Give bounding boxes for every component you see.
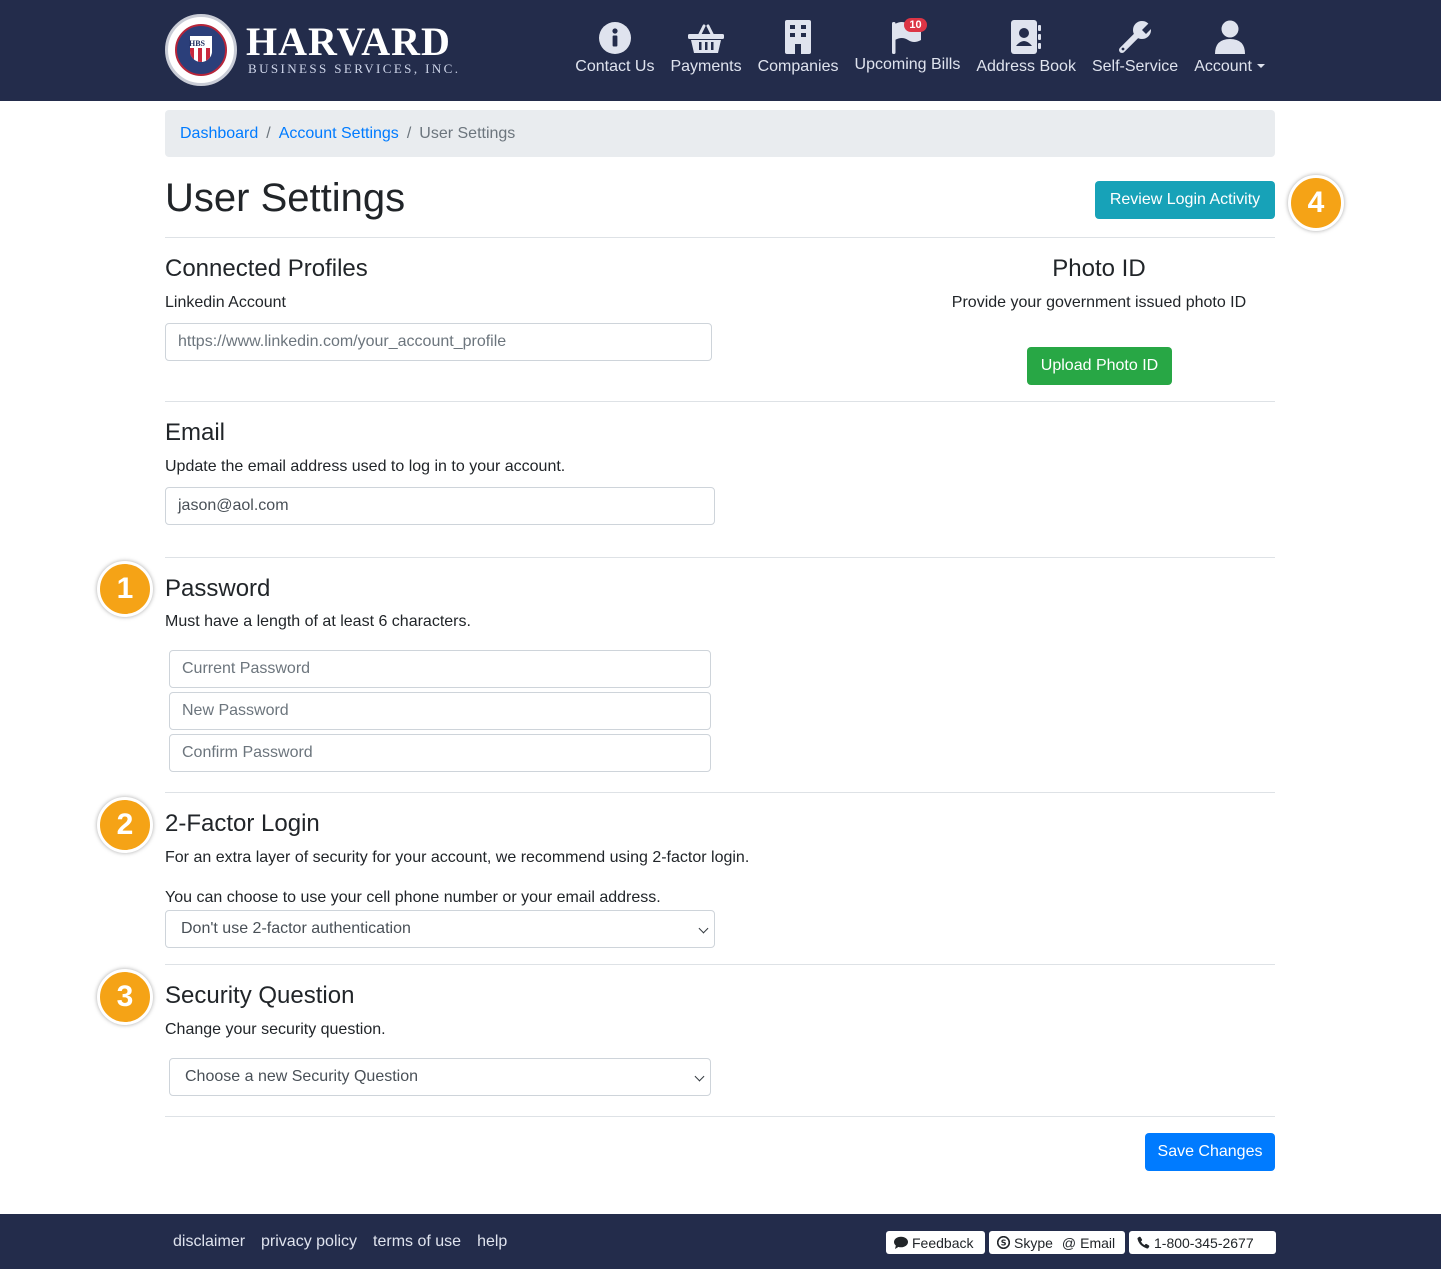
two-factor-note: You can choose to use your cell phone nu… xyxy=(165,889,661,906)
contact-skype-email-group: S Skype @ Email xyxy=(989,1231,1125,1254)
phone-button[interactable]: 1-800-345-2677 xyxy=(1129,1231,1276,1254)
brand-subtitle: Business Services, Inc. xyxy=(248,61,461,76)
feedback-button[interactable]: Feedback xyxy=(886,1231,985,1254)
nav-self-service[interactable]: Self-Service xyxy=(1092,18,1178,76)
breadcrumb-account-settings[interactable]: Account Settings xyxy=(279,125,399,143)
two-factor-heading: 2-Factor Login xyxy=(165,810,320,837)
email-description: Update the email address used to log in … xyxy=(165,458,566,475)
user-icon xyxy=(1214,20,1245,54)
photo-id-heading: Photo ID xyxy=(1052,255,1146,282)
linkedin-label: Linkedin Account xyxy=(165,294,286,311)
account-dropdown-caret: Account xyxy=(1194,58,1265,76)
top-navbar: HBS Harvard Business Services, Inc. Cont… xyxy=(0,0,1441,101)
security-question-heading: Security Question xyxy=(165,982,355,1009)
footer: disclaimer privacy policy terms of use h… xyxy=(0,1214,1441,1269)
linkedin-input[interactable]: https://www.linkedin.com/your_account_pr… xyxy=(165,323,712,361)
divider xyxy=(165,964,1275,965)
callout-1: 1 xyxy=(97,561,153,617)
info-icon xyxy=(598,22,631,54)
email-heading: Email xyxy=(165,419,226,446)
breadcrumb-dashboard[interactable]: Dashboard xyxy=(180,125,258,143)
seal-text: HBS xyxy=(189,39,206,48)
password-description: Must have a length of at least 6 charact… xyxy=(165,613,471,630)
nav-account[interactable]: Account xyxy=(1194,18,1265,76)
confirm-password-input[interactable]: Confirm Password xyxy=(169,734,711,772)
two-factor-description: For an extra layer of security for your … xyxy=(165,849,750,866)
hbs-seal-icon: HBS xyxy=(165,14,237,86)
skype-link[interactable]: S xyxy=(997,1236,1010,1249)
divider xyxy=(165,237,1275,238)
callout-2: 2 xyxy=(97,797,153,853)
divider xyxy=(165,1116,1275,1117)
security-question-select[interactable]: Choose a new Security Question xyxy=(169,1058,711,1096)
brand-logo[interactable]: HBS Harvard Business Services, Inc. xyxy=(165,14,460,86)
nav-address-book[interactable]: Address Book xyxy=(976,18,1076,76)
building-icon xyxy=(785,20,812,54)
address-book-icon xyxy=(1011,20,1042,54)
footer-disclaimer-link[interactable]: disclaimer xyxy=(173,1233,245,1251)
brand-name: Harvard xyxy=(246,19,451,64)
svg-text:S: S xyxy=(1001,1239,1007,1248)
nav-companies[interactable]: Companies xyxy=(758,18,839,76)
save-changes-button[interactable]: Save Changes xyxy=(1145,1133,1275,1171)
email-input[interactable]: jason@aol.com xyxy=(165,487,715,525)
footer-help-link[interactable]: help xyxy=(477,1233,507,1251)
nav-payments[interactable]: Payments xyxy=(670,18,742,76)
phone-icon xyxy=(1137,1236,1150,1249)
comment-icon xyxy=(894,1236,908,1249)
two-factor-select[interactable]: Don't use 2-factor authentication xyxy=(165,910,715,948)
email-link[interactable]: Email xyxy=(1080,1235,1115,1251)
breadcrumb-current: User Settings xyxy=(419,124,516,142)
review-login-activity-button[interactable]: Review Login Activity xyxy=(1095,181,1275,219)
bills-badge: 10 xyxy=(904,18,927,32)
main-nav: Contact Us Payments Companies 10 Upcomin… xyxy=(559,18,1265,76)
security-question-description: Change your security question. xyxy=(165,1021,386,1038)
divider xyxy=(165,557,1275,558)
divider xyxy=(165,792,1275,793)
nav-upcoming-bills[interactable]: 10 Upcoming Bills xyxy=(855,18,960,76)
new-password-input[interactable]: New Password xyxy=(169,692,711,730)
callout-4: 4 xyxy=(1288,175,1344,231)
callout-3: 3 xyxy=(97,969,153,1025)
connected-profiles-heading: Connected Profiles xyxy=(165,255,368,282)
at-icon: @ xyxy=(1061,1234,1077,1251)
photo-id-description: Provide your government issued photo ID xyxy=(951,294,1247,311)
breadcrumb: Dashboard / Account Settings / User Sett… xyxy=(165,110,1275,157)
page-title: User Settings xyxy=(165,176,406,220)
footer-terms-link[interactable]: terms of use xyxy=(373,1233,461,1251)
skype-label[interactable]: Skype xyxy=(1014,1235,1053,1251)
nav-contact-us[interactable]: Contact Us xyxy=(575,18,654,76)
current-password-input[interactable]: Current Password xyxy=(169,650,711,688)
skype-icon: S xyxy=(997,1236,1010,1249)
basket-icon xyxy=(688,24,724,53)
wrench-icon xyxy=(1119,20,1153,53)
footer-privacy-policy-link[interactable]: privacy policy xyxy=(261,1233,357,1251)
upload-photo-id-button[interactable]: Upload Photo ID xyxy=(1027,347,1172,385)
password-heading: Password xyxy=(165,575,271,602)
divider xyxy=(165,401,1275,402)
